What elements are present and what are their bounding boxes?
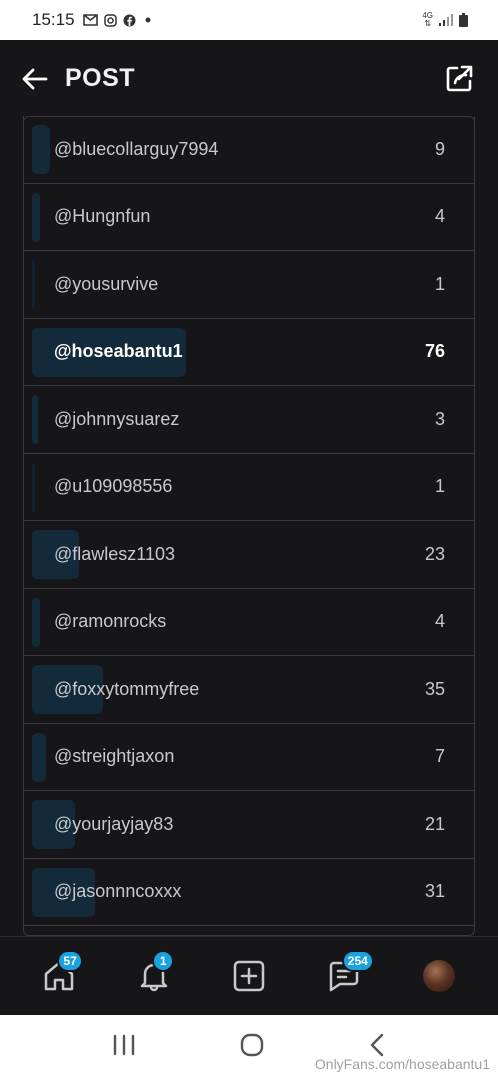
vote-count: 4 xyxy=(434,206,445,227)
status-system-icons: 4G ⇅ xyxy=(422,12,468,28)
facebook-icon xyxy=(123,14,136,26)
bottom-nav: 57 1 254 xyxy=(0,936,498,1015)
battery-icon xyxy=(459,13,468,27)
instagram-icon xyxy=(103,13,117,27)
chevron-left-icon xyxy=(370,1033,384,1057)
page-title: POST xyxy=(65,64,136,92)
recent-apps-icon xyxy=(113,1034,135,1056)
vote-count: 3 xyxy=(434,408,445,429)
app-header: POST xyxy=(0,40,498,116)
nav-home[interactable]: 57 xyxy=(37,950,83,998)
list-item[interactable]: @u109098556 1 xyxy=(24,454,474,521)
home-badge: 57 xyxy=(57,950,83,972)
username[interactable]: @yourjayjay83 xyxy=(54,814,173,835)
list-item[interactable]: @flawlesz1103 23 xyxy=(24,521,474,589)
vote-count: 23 xyxy=(424,543,445,564)
username[interactable]: @jasonnncoxxx xyxy=(54,881,181,902)
home-system-button[interactable] xyxy=(240,1033,264,1062)
username[interactable]: @ramonrocks xyxy=(54,611,166,632)
status-time: 15:15 xyxy=(32,10,75,29)
home-circle-icon xyxy=(240,1033,264,1057)
watermark: OnlyFans.com/hoseabantu1 xyxy=(314,1056,490,1072)
username[interactable]: @flawlesz1103 xyxy=(54,544,175,565)
plus-square-icon xyxy=(233,960,265,992)
username[interactable]: @yousurvive xyxy=(54,274,158,295)
share-button[interactable] xyxy=(444,64,474,94)
vote-bar xyxy=(32,462,35,512)
vote-bar xyxy=(32,192,40,242)
username[interactable]: @Hungnfun xyxy=(54,206,150,227)
vote-bar xyxy=(32,125,50,174)
status-notification-icons xyxy=(82,13,154,27)
list-item[interactable]: @bluecollarguy7994 9 xyxy=(24,116,474,184)
list-item[interactable]: @hoseabantu1 76 xyxy=(24,319,474,386)
vote-bar xyxy=(32,260,35,309)
signal-icon xyxy=(439,14,453,26)
messages-badge: 254 xyxy=(341,950,374,972)
vote-count: 9 xyxy=(434,138,445,159)
system-nav-bar: OnlyFans.com/hoseabantu1 xyxy=(0,1015,498,1080)
list-item[interactable]: @Hungnfun 4 xyxy=(24,184,474,251)
network-indicator: 4G ⇅ xyxy=(422,12,433,28)
username[interactable]: @foxxytommyfree xyxy=(54,679,199,700)
list-item[interactable]: @yourjayjay83 21 xyxy=(24,791,474,859)
nav-messages[interactable]: 254 xyxy=(322,950,374,998)
username[interactable]: @u109098556 xyxy=(54,476,172,497)
status-bar: 15:15 4G ⇅ xyxy=(0,0,498,40)
vote-bar xyxy=(32,597,40,647)
vote-count: 21 xyxy=(424,813,445,834)
vote-count: 31 xyxy=(424,881,445,902)
vote-count: 7 xyxy=(434,746,445,767)
nav-profile[interactable] xyxy=(417,954,461,998)
vote-bar xyxy=(32,395,38,444)
list-item[interactable]: @johnnysuarez 3 xyxy=(24,386,474,454)
dot-icon xyxy=(145,17,151,23)
list-item[interactable]: @jasonnncoxxx 31 xyxy=(24,859,474,926)
list-item[interactable]: @yousurvive 1 xyxy=(24,251,474,319)
vote-count: 76 xyxy=(424,341,445,362)
vote-count: 1 xyxy=(434,476,445,497)
voters-list[interactable]: @bluecollarguy7994 9 @Hungnfun 4 @yousurvive… xyxy=(23,116,475,936)
back-button[interactable] xyxy=(20,64,50,94)
avatar xyxy=(422,960,455,992)
username[interactable]: @johnnysuarez xyxy=(54,409,179,430)
vote-count: 1 xyxy=(434,273,445,294)
list-item[interactable]: @streightjaxon 7 xyxy=(24,724,474,791)
nav-notifications[interactable]: 1 xyxy=(132,950,176,998)
nav-new-post[interactable] xyxy=(227,954,271,998)
list-item[interactable]: @ramonrocks 4 xyxy=(24,589,474,656)
vote-count: 4 xyxy=(434,611,445,632)
recent-apps-button[interactable] xyxy=(112,1034,136,1061)
vote-bar xyxy=(32,732,46,782)
arrow-left-icon xyxy=(22,68,48,90)
network-arrows-icon: ⇅ xyxy=(424,19,432,28)
gmail-icon xyxy=(82,14,98,26)
list-item[interactable]: @foxxytommyfree 35 xyxy=(24,656,474,724)
share-icon xyxy=(446,65,473,92)
vote-count: 35 xyxy=(424,678,445,699)
username[interactable]: @streightjaxon xyxy=(54,746,174,767)
username[interactable]: @hoseabantu1 xyxy=(54,341,183,362)
username[interactable]: @bluecollarguy7994 xyxy=(54,139,218,160)
